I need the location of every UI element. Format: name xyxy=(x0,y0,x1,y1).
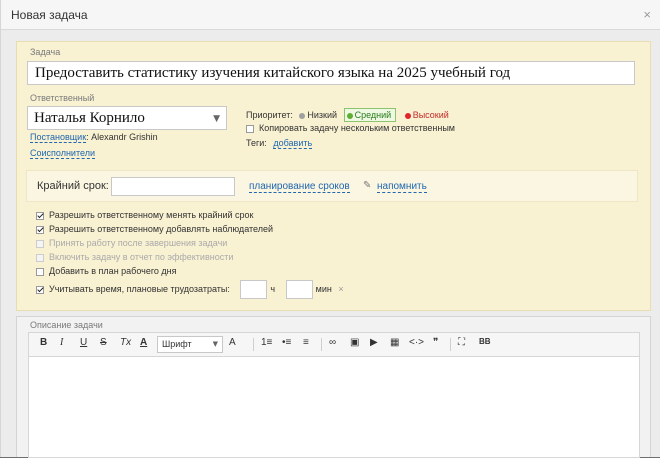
option-row-4: Включить задачу в отчет по эффективности xyxy=(36,252,233,262)
minutes-input[interactable] xyxy=(285,280,313,299)
numbered-list-icon[interactable]: 1≡ xyxy=(261,337,272,348)
table-icon[interactable]: ▦ xyxy=(390,337,399,348)
bold-icon[interactable]: B xyxy=(40,337,47,348)
deadline-bar: Крайний срок: планирование сроков ✎ напо… xyxy=(26,170,638,202)
chevron-down-icon: ▼ xyxy=(213,114,220,124)
priority-label: Приоритет: xyxy=(246,110,293,120)
task-title-input[interactable]: Предоставить статистику изучения китайск… xyxy=(27,61,635,85)
dot-icon xyxy=(346,112,353,119)
dot-icon xyxy=(299,112,306,119)
time-tracking-row: Учитывать время, плановые трудозатраты: … xyxy=(36,280,344,299)
option-row-2[interactable]: Разрешить ответственному добавлять наблю… xyxy=(36,224,273,234)
chevron-down-icon: ▼ xyxy=(212,340,218,348)
tags-label: Теги: xyxy=(246,138,267,148)
creator-link[interactable]: Постановщик xyxy=(30,132,87,143)
dot-icon xyxy=(404,112,411,119)
task-label: Задача xyxy=(30,47,61,57)
image-icon[interactable]: ▣ xyxy=(350,337,359,348)
responsible-select[interactable]: Наталья Корнило ▼ xyxy=(27,106,227,130)
hours-unit: ч xyxy=(270,283,276,294)
coexecutors-link[interactable]: Соисполнители xyxy=(30,148,95,159)
option-checkbox-5[interactable] xyxy=(36,267,44,276)
priority-medium[interactable]: Средний xyxy=(343,108,397,122)
option-row-1[interactable]: Разрешить ответственному менять крайний … xyxy=(36,210,253,220)
option-checkbox-3 xyxy=(36,239,44,248)
font-size-icon[interactable]: A xyxy=(229,337,236,348)
fullscreen-icon[interactable]: ⛶ xyxy=(458,337,465,348)
clear-format-icon[interactable]: Tx xyxy=(120,337,131,348)
new-task-dialog: Новая задача × Задача Предоставить стати… xyxy=(0,0,660,458)
dialog-titlebar: Новая задача × xyxy=(1,0,660,30)
font-family-select[interactable]: Шрифт ▼ xyxy=(157,336,223,353)
copy-task-row[interactable]: Копировать задачу нескольким ответственн… xyxy=(246,123,455,133)
clear-time-icon[interactable]: × xyxy=(338,284,343,294)
bbcode-icon[interactable]: BB xyxy=(479,337,491,346)
bullet-list-icon[interactable]: •≡ xyxy=(282,337,291,348)
strikethrough-icon[interactable]: S xyxy=(100,337,107,348)
task-form-panel: Задача Предоставить статистику изучения … xyxy=(16,41,651,311)
tags-row: Теги: добавить xyxy=(246,138,313,149)
option-row-3: Принять работу после завершения задачи xyxy=(36,238,227,248)
time-tracking-label: Учитывать время, плановые трудозатраты: xyxy=(49,283,230,294)
toolbar-divider xyxy=(321,338,322,351)
remind-link[interactable]: напомнить xyxy=(377,181,427,193)
option-checkbox-4 xyxy=(36,253,44,262)
option-checkbox-2[interactable] xyxy=(36,225,44,234)
source-code-icon[interactable]: <·> xyxy=(409,337,424,348)
responsible-label: Ответственный xyxy=(30,93,95,103)
option-row-5[interactable]: Добавить в план рабочего дня xyxy=(36,266,177,276)
quote-icon[interactable]: ❞ xyxy=(433,337,438,348)
deadline-planning-link[interactable]: планирование сроков xyxy=(249,181,350,193)
copy-task-label: Копировать задачу нескольким ответственн… xyxy=(259,123,455,133)
copy-task-checkbox[interactable] xyxy=(246,124,254,133)
add-tag-link[interactable]: добавить xyxy=(273,138,313,149)
italic-icon[interactable]: I xyxy=(60,337,63,348)
description-editor[interactable] xyxy=(28,357,640,458)
minutes-unit: мин xyxy=(315,283,332,294)
coexecutors-row: Соисполнители xyxy=(30,148,95,159)
deadline-label: Крайний срок: xyxy=(37,180,109,192)
align-icon[interactable]: ≡ xyxy=(303,337,309,348)
priority-row: Приоритет: Низкий Средний Высокий xyxy=(246,108,449,122)
hours-input[interactable] xyxy=(240,280,268,299)
toolbar-divider xyxy=(450,338,451,351)
dialog-title: Новая задача xyxy=(11,8,88,22)
close-icon[interactable]: × xyxy=(643,7,651,22)
toolbar-divider xyxy=(253,338,254,351)
description-panel: Описание задачи B I U S Tx A Шрифт ▼ A 1… xyxy=(16,316,651,458)
creator-row: Постановщик: Alexandr Grishin xyxy=(30,132,158,143)
underline-icon[interactable]: U xyxy=(80,337,87,348)
video-icon[interactable]: ▶ xyxy=(370,337,378,348)
description-label: Описание задачи xyxy=(30,320,103,330)
priority-high[interactable]: Высокий xyxy=(401,110,449,120)
priority-low[interactable]: Низкий xyxy=(295,110,337,120)
link-icon[interactable]: ∞ xyxy=(329,337,336,348)
deadline-input[interactable] xyxy=(111,177,235,196)
time-tracking-checkbox[interactable] xyxy=(36,285,44,294)
responsible-value: Наталья Корнило xyxy=(34,110,145,126)
option-checkbox-1[interactable] xyxy=(36,211,44,220)
pin-icon: ✎ xyxy=(363,180,372,191)
font-color-icon[interactable]: A xyxy=(140,337,147,348)
editor-toolbar: B I U S Tx A Шрифт ▼ A 1≡ •≡ ≡ ∞ ▣ ▶ ▦ <… xyxy=(28,332,640,357)
creator-name: Alexandr Grishin xyxy=(91,132,158,142)
